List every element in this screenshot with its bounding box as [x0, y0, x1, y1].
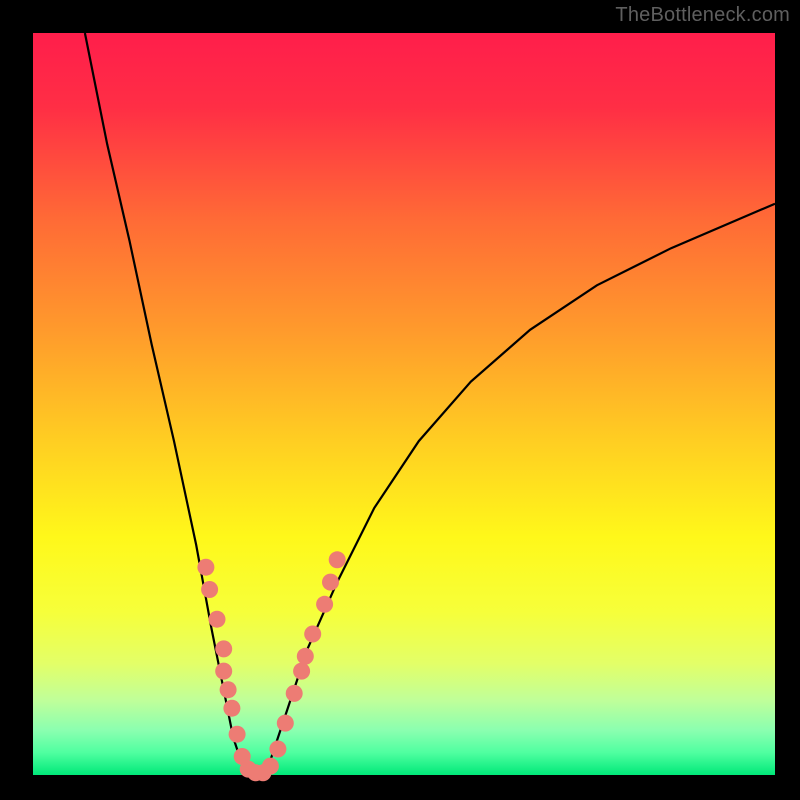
data-point: [322, 574, 339, 591]
data-point: [297, 648, 314, 665]
data-point: [277, 715, 294, 732]
data-point: [316, 596, 333, 613]
data-point: [304, 626, 321, 643]
data-point: [229, 726, 246, 743]
data-point: [215, 663, 232, 680]
data-point: [269, 741, 286, 758]
data-point: [220, 681, 237, 698]
data-point: [329, 551, 346, 568]
data-point: [201, 581, 218, 598]
data-point: [262, 758, 279, 775]
data-point: [223, 700, 240, 717]
chart-frame: TheBottleneck.com: [0, 0, 800, 800]
data-point: [215, 640, 232, 657]
bottleneck-chart: [0, 0, 800, 800]
data-point: [197, 559, 214, 576]
data-point: [209, 611, 226, 628]
data-point: [286, 685, 303, 702]
data-point: [293, 663, 310, 680]
plot-background: [33, 33, 775, 775]
watermark-text: TheBottleneck.com: [615, 4, 790, 27]
